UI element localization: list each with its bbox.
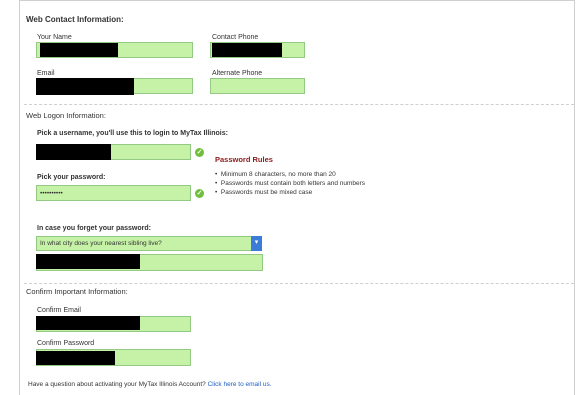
section-divider [24,283,574,284]
username-label: Pick a username, you'll use this to logi… [37,130,228,137]
redaction-bar [36,351,115,365]
redaction-bar [36,316,140,330]
password-rule-item: • Passwords must contain both letters an… [215,180,366,187]
web-contact-heading: Web Contact Information: [26,15,124,24]
password-rule-item: • Minimum 8 characters, no more than 20 [215,171,336,178]
alternate-phone-label: Alternate Phone [212,70,263,77]
your-name-label: Your Name [37,34,72,41]
confirm-password-label: Confirm Password [37,340,95,347]
web-logon-heading: Web Logon Information: [26,111,106,120]
password-rules-title: Password Rules [215,155,273,164]
alternate-phone-input[interactable] [210,78,305,94]
email-us-link[interactable]: Click here to email us. [208,381,272,388]
footer-help-text: Have a question about activating your My… [28,381,272,388]
redaction-bar [36,78,134,95]
security-question-select[interactable]: In what city does your nearest sibling l… [36,236,256,251]
password-input[interactable]: •••••••••• [36,185,191,201]
confirm-email-label: Confirm Email [37,307,81,314]
redaction-bar [36,144,111,160]
confirm-heading: Confirm Important Information: [26,287,128,296]
redaction-bar [36,254,140,269]
chevron-down-icon[interactable]: ▾ [251,236,262,251]
password-valid-check-icon: ✓ [195,189,204,198]
forgot-password-label: In case you forget your password: [37,225,151,232]
username-valid-check-icon: ✓ [195,148,204,157]
redaction-bar [40,43,118,57]
password-rule-item: • Passwords must be mixed case [215,189,313,196]
redaction-bar [212,43,282,57]
contact-phone-label: Contact Phone [212,34,259,41]
email-label: Email [37,70,55,77]
password-label: Pick your password: [37,174,106,181]
section-divider [24,104,574,105]
